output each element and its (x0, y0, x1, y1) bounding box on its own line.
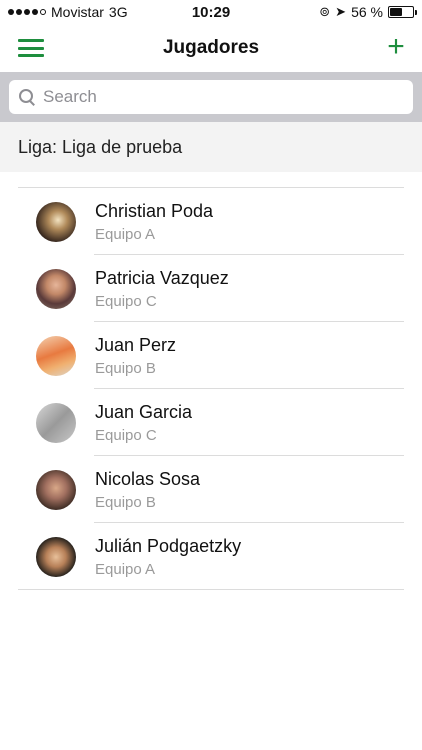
player-team: Equipo B (95, 493, 156, 511)
player-team: Equipo C (95, 426, 157, 444)
player-avatar (36, 201, 76, 242)
player-team: Equipo B (95, 359, 156, 377)
player-name: Julián Podgaetzky (95, 535, 242, 556)
battery-percent: 56 % (351, 4, 383, 20)
player-row[interactable]: Nicolas Sosa Equipo B (18, 456, 404, 523)
player-row[interactable]: Juan Garcia Equipo C (18, 389, 404, 456)
player-text: Christian Poda Equipo A (95, 201, 213, 243)
location-icon: ➤ (335, 4, 347, 19)
search-bar-container (0, 72, 422, 122)
player-team: Equipo A (95, 225, 156, 243)
hamburger-menu-icon[interactable] (18, 39, 44, 57)
player-name: Juan Garcia (95, 401, 193, 422)
league-header: Liga: Liga de prueba (0, 122, 422, 172)
page-title: Jugadores (162, 37, 260, 58)
search-icon (19, 89, 35, 105)
player-avatar (36, 536, 76, 577)
player-name: Juan Perz (95, 334, 177, 355)
plus-icon: + (387, 30, 405, 63)
rotation-lock-icon: ⊚ (319, 4, 331, 19)
player-row[interactable]: Patricia Vazquez Equipo C (18, 255, 404, 322)
player-name: Nicolas Sosa (95, 468, 201, 489)
player-list: Christian Poda Equipo A Patricia Vazquez Eq… (18, 187, 404, 590)
player-name: Patricia Vazquez (95, 267, 229, 288)
league-label: Liga: Liga de prueba (18, 136, 183, 157)
player-row[interactable]: Christian Poda Equipo A (18, 188, 404, 255)
player-text: Julián Podgaetzky Equipo A (95, 536, 241, 578)
status-left: Movistar 3G (8, 4, 128, 20)
status-right: ⊚ ➤ 56 % (319, 4, 417, 20)
player-team: Equipo A (95, 560, 156, 578)
battery-level (390, 8, 403, 16)
navigation-bar: Jugadores + (0, 24, 422, 72)
player-avatar (36, 402, 76, 443)
player-text: Juan Garcia Equipo C (95, 402, 192, 444)
player-name: Christian Poda (95, 200, 214, 221)
status-bar: Movistar 3G 10:29 ⊚ ➤ 56 % (0, 0, 422, 24)
player-avatar (36, 469, 76, 510)
player-row[interactable]: Juan Perz Equipo B (18, 322, 404, 389)
player-text: Patricia Vazquez Equipo C (95, 268, 229, 310)
add-player-button[interactable]: + (384, 32, 408, 62)
player-text: Juan Perz Equipo B (95, 335, 176, 377)
search-input[interactable] (43, 87, 383, 107)
carrier-name: Movistar (51, 4, 104, 20)
player-text: Nicolas Sosa Equipo B (95, 469, 200, 511)
search-box[interactable] (9, 80, 413, 114)
player-row[interactable]: Julián Podgaetzky Equipo A (18, 523, 404, 590)
signal-strength-icon (8, 9, 46, 15)
player-team: Equipo C (95, 292, 157, 310)
player-avatar (36, 335, 76, 376)
battery-icon (388, 6, 417, 18)
player-avatar (36, 268, 76, 309)
network-type: 3G (108, 4, 128, 20)
